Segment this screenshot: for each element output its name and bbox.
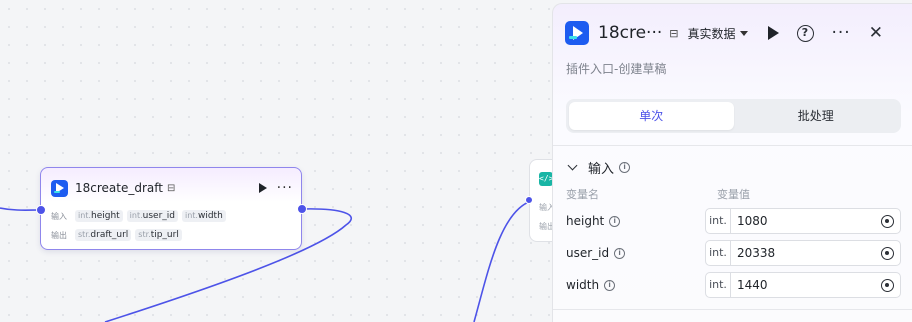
info-icon[interactable]: i — [609, 215, 621, 227]
more-icon[interactable]: ··· — [277, 181, 293, 195]
info-icon[interactable]: i — [614, 247, 626, 259]
variable-row-user-id: user_id i int. 20338 — [566, 240, 901, 266]
reference-icon[interactable] — [881, 278, 894, 292]
node-side-icon[interactable]: ⊟ — [669, 27, 678, 40]
code-icon: </> — [539, 172, 553, 186]
panel-title: 18cre··· — [598, 23, 663, 43]
edge-incoming — [0, 207, 41, 211]
input-tag-user-id: int.user_id — [126, 210, 178, 222]
caret-down-icon — [739, 30, 748, 36]
variable-row-width: width i int. 1440 — [566, 272, 901, 298]
variable-name: user_id i — [566, 246, 705, 260]
variable-name: height i — [566, 214, 705, 228]
reference-icon[interactable] — [881, 246, 894, 260]
data-mode-select[interactable]: 真实数据 — [687, 25, 748, 42]
panel-header: 18cre··· ⊟ 真实数据 ? ··· ✕ — [565, 20, 900, 46]
node-input-row: 输入 int.height int.user_id int.width — [51, 209, 226, 223]
section-title: 输入 — [588, 162, 615, 177]
divider — [553, 309, 912, 310]
tab-single[interactable]: 单次 — [569, 102, 734, 130]
value-text[interactable]: 1440 — [731, 278, 881, 292]
info-icon[interactable]: i — [619, 162, 631, 173]
divider — [553, 145, 912, 146]
value-text[interactable]: 1080 — [731, 214, 881, 228]
output-tag-draft-url: str.draft_url — [75, 229, 132, 241]
play-icon[interactable] — [767, 26, 779, 40]
plugin-node-18create-draft[interactable]: 18create_draft ⊟ ··· 输入 int.height int.u… — [40, 167, 302, 250]
column-header-value: 变量值 — [717, 188, 750, 201]
node-side-icon[interactable]: ⊟ — [167, 183, 175, 194]
output-label: 输出 — [51, 230, 67, 240]
variable-value-field[interactable]: int. 1080 — [705, 208, 901, 234]
chevron-down-icon[interactable] — [567, 160, 578, 171]
variable-value-field[interactable]: int. 20338 — [705, 240, 901, 266]
node-header: 18create_draft ⊟ ··· — [51, 179, 293, 197]
edge-to-code — [473, 200, 532, 322]
code-node-input-port[interactable] — [525, 196, 533, 204]
play-icon[interactable] — [258, 183, 267, 193]
reference-icon[interactable] — [881, 214, 894, 228]
column-header-name: 变量名 — [566, 188, 599, 201]
node-output-row: 输出 str.draft_url str.tip_url — [51, 228, 182, 242]
variable-row-height: height i int. 1080 — [566, 208, 901, 234]
test-run-panel: 18cre··· ⊟ 真实数据 ? ··· ✕ 插件入口-创建草稿 单次 批处理… — [552, 3, 912, 322]
node-title: 18create_draft — [75, 181, 163, 195]
input-tag-width: int.width — [182, 210, 226, 222]
plugin-logo-icon — [51, 179, 68, 197]
type-label: int. — [706, 273, 731, 297]
input-section-header[interactable]: 输入 i — [566, 158, 631, 177]
data-mode-label: 真实数据 — [687, 26, 736, 41]
more-icon[interactable]: ··· — [832, 25, 851, 42]
value-text[interactable]: 20338 — [731, 246, 881, 260]
node-output-port[interactable] — [297, 204, 307, 214]
type-label: int. — [706, 209, 731, 233]
variable-name: width i — [566, 278, 705, 292]
panel-subtitle: 插件入口-创建草稿 — [566, 62, 667, 76]
input-label: 输入 — [51, 211, 67, 221]
node-input-port[interactable] — [36, 205, 46, 215]
run-mode-tabs: 单次 批处理 — [566, 99, 901, 133]
info-icon[interactable]: i — [604, 279, 616, 291]
plugin-logo-icon — [565, 21, 589, 45]
help-icon[interactable]: ? — [796, 24, 814, 42]
variable-value-field[interactable]: int. 1440 — [705, 272, 901, 298]
output-tag-tip-url: str.tip_url — [135, 229, 182, 241]
input-tag-height: int.height — [75, 210, 123, 222]
tab-batch[interactable]: 批处理 — [734, 102, 899, 130]
close-icon[interactable]: ✕ — [869, 23, 883, 43]
type-label: int. — [706, 241, 731, 265]
